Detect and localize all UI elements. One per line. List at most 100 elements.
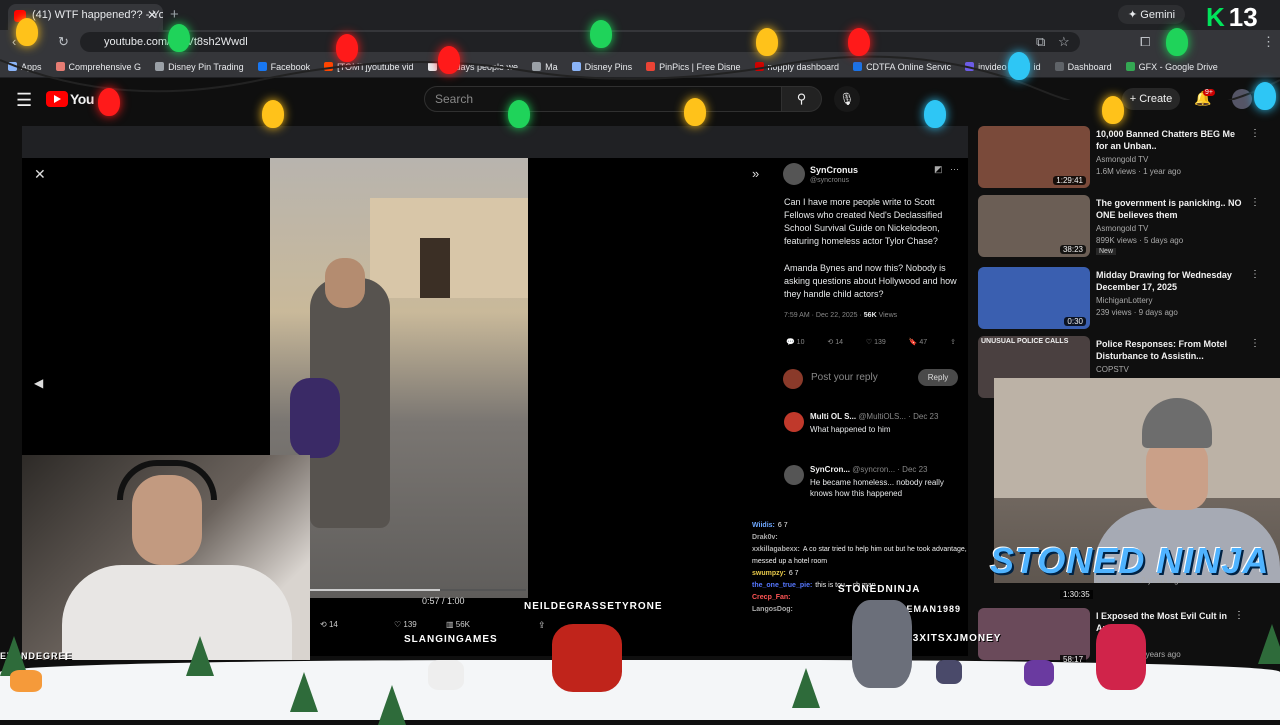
reply1-author[interactable]: Multi OL S... @MultiOLS... · Dec 23 bbox=[810, 412, 938, 421]
mascot-orange-sprite bbox=[10, 670, 42, 692]
video-progress-fill bbox=[310, 589, 440, 591]
reply2-author[interactable]: SynCron... @syncron... · Dec 23 bbox=[810, 465, 928, 474]
mascot-purple-sprite bbox=[1024, 660, 1054, 686]
reply-button[interactable]: Reply bbox=[918, 369, 958, 386]
rec-title[interactable]: Midday Drawing for Wednesday December 17… bbox=[1096, 269, 1244, 293]
rec-channel[interactable]: MichiganLottery bbox=[1096, 296, 1152, 305]
purple-jacket bbox=[290, 378, 340, 458]
rec-thumbnail[interactable]: 0:30 bbox=[978, 267, 1090, 329]
expand-chevron-icon[interactable]: » bbox=[752, 166, 759, 181]
rec-channel[interactable]: COPSTV bbox=[1096, 365, 1129, 374]
more-options-icon[interactable]: ⋯ bbox=[950, 164, 959, 175]
like-action[interactable]: ♡ 139 bbox=[866, 338, 886, 346]
light-bulb-icon bbox=[168, 24, 190, 52]
chat-message: Drak0v: bbox=[752, 532, 972, 544]
tweet-body-1: Can I have more people write to Scott Fe… bbox=[784, 197, 943, 246]
rec-channel[interactable]: Asmongold TV bbox=[1096, 224, 1148, 233]
christmas-tree-icon bbox=[186, 636, 214, 676]
partial-rec-kebab-icon[interactable]: ⋮ bbox=[1234, 610, 1244, 621]
rec-kebab-icon[interactable]: ⋮ bbox=[1250, 197, 1260, 208]
rec-duration: 0:30 bbox=[1064, 317, 1086, 326]
rec-channel[interactable]: Asmongold TV bbox=[1096, 155, 1148, 164]
counter-value: 13 bbox=[1228, 2, 1258, 32]
reply2-avatar[interactable] bbox=[784, 465, 804, 485]
light-bulb-icon bbox=[590, 20, 612, 48]
recommendation-item[interactable]: 38:23 The government is panicking.. NO ON… bbox=[978, 195, 1268, 259]
reply-action[interactable]: 💬 10 bbox=[786, 338, 804, 346]
gemini-label: Gemini bbox=[1140, 9, 1176, 21]
light-bulb-icon bbox=[684, 98, 706, 126]
chat-message: xxkillagabexx: A co star tried to help hi… bbox=[752, 544, 972, 568]
mascot-knuckles-sprite bbox=[1096, 624, 1146, 690]
tweet-author-handle[interactable]: @syncronus bbox=[810, 177, 849, 184]
mascot-robot-sprite bbox=[852, 600, 912, 688]
light-bulb-icon bbox=[438, 46, 460, 74]
recommendation-item[interactable]: 0:30 Midday Drawing for Wednesday Decembe… bbox=[978, 267, 1268, 331]
streamer-shirt bbox=[62, 565, 292, 660]
video-time: 0:57 / 1:00 bbox=[422, 596, 465, 606]
rec-kebab-icon[interactable]: ⋮ bbox=[1250, 128, 1260, 139]
inner-browser-tabs bbox=[22, 126, 968, 158]
light-bulb-icon bbox=[1254, 82, 1276, 110]
footer-view-count: ▥ 56K bbox=[446, 620, 471, 629]
previous-arrow-icon[interactable]: ◀ bbox=[34, 376, 43, 390]
christmas-light-wire bbox=[0, 55, 1280, 100]
light-bulb-icon bbox=[1166, 28, 1188, 56]
rec-stats: 1.6M views · 1 year ago bbox=[1096, 167, 1181, 176]
stream-counter-overlay: K 13 bbox=[1206, 2, 1258, 32]
overlay-h03x: H03XITSXJMONEY bbox=[898, 633, 1002, 644]
reply1-avatar[interactable] bbox=[784, 412, 804, 432]
reply1-text: What happened to him bbox=[810, 425, 891, 434]
tweet-author-avatar[interactable] bbox=[783, 163, 805, 185]
chat-text: 6 7 bbox=[777, 522, 788, 529]
tab-title: (41) WTF happened?? - You bbox=[32, 9, 163, 21]
new-tab-icon[interactable]: + bbox=[170, 6, 179, 23]
headphones bbox=[117, 460, 217, 500]
tweet-views: 56K bbox=[863, 312, 877, 319]
retweet-action[interactable]: ⟲ 14 bbox=[827, 338, 843, 346]
rec-title[interactable]: 10,000 Banned Chatters BEG Me for an Unb… bbox=[1096, 128, 1244, 152]
grok-icon[interactable]: ◩ bbox=[934, 164, 943, 175]
light-bulb-icon bbox=[1102, 96, 1124, 124]
christmas-tree-icon bbox=[792, 668, 820, 708]
bookmark-action[interactable]: 🔖 47 bbox=[909, 338, 927, 346]
chat-text: 6 7 bbox=[788, 570, 799, 577]
tweet-timestamp: 7:59 AM · Dec 22, 2025 · bbox=[784, 312, 862, 319]
chat-username: Wiidis: bbox=[752, 522, 775, 529]
recommendation-item[interactable]: 1:29:41 10,000 Banned Chatters BEG Me for… bbox=[978, 126, 1268, 190]
christmas-tree-icon bbox=[290, 672, 318, 712]
mascot-cat-sprite bbox=[428, 660, 464, 690]
light-bulb-icon bbox=[508, 100, 530, 128]
tweet-author-name[interactable]: SynCronus bbox=[810, 165, 858, 175]
share-icon[interactable]: ⇪ bbox=[538, 620, 546, 631]
partial-rec-duration: 1:30:35 bbox=[1060, 590, 1093, 599]
tweet-actions: 💬 10 ⟲ 14 ♡ 139 🔖 47 ⇪ bbox=[786, 338, 956, 346]
mascot-blob-sprite bbox=[936, 660, 962, 684]
rec-title[interactable]: Police Responses: From Motel Disturbance… bbox=[1096, 338, 1244, 362]
rec-thumbnail[interactable]: 1:29:41 bbox=[978, 126, 1090, 188]
new-badge: New bbox=[1096, 248, 1117, 255]
reply-placeholder: Post your reply bbox=[811, 372, 878, 383]
browser-tab-strip bbox=[0, 0, 1280, 30]
tweet-views-label: Views bbox=[878, 312, 898, 319]
chat-message: swumpzy: 6 7 bbox=[752, 568, 972, 580]
footer-retweet-count: ⟲ 14 bbox=[320, 620, 338, 629]
overlay-slanging: SLANGINGAMES bbox=[404, 634, 498, 645]
webcam-wall bbox=[994, 378, 1280, 498]
video-progress-bar[interactable] bbox=[310, 589, 526, 591]
overlay-stonedninja: STONEDNINJA bbox=[838, 584, 921, 595]
thumb-overlay-text: UNUSUAL POLICE CALLS bbox=[981, 338, 1069, 345]
light-bulb-icon bbox=[16, 18, 38, 46]
chat-username: Drak0v: bbox=[752, 534, 778, 541]
rec-title[interactable]: The government is panicking.. NO ONE bel… bbox=[1096, 197, 1244, 221]
rec-kebab-icon[interactable]: ⋮ bbox=[1250, 338, 1260, 349]
light-bulb-icon bbox=[756, 28, 778, 56]
rec-thumbnail[interactable]: 38:23 bbox=[978, 195, 1090, 257]
rec-kebab-icon[interactable]: ⋮ bbox=[1250, 269, 1260, 280]
tweet-meta: 7:59 AM · Dec 22, 2025 · 56K Views bbox=[784, 312, 897, 319]
close-tab-icon[interactable]: ✕ bbox=[147, 4, 157, 26]
person-head bbox=[325, 258, 365, 308]
gemini-button[interactable]: ✦ Gemini bbox=[1118, 5, 1186, 24]
share-action-icon[interactable]: ⇪ bbox=[950, 338, 956, 346]
close-media-icon[interactable]: ✕ bbox=[34, 166, 46, 183]
